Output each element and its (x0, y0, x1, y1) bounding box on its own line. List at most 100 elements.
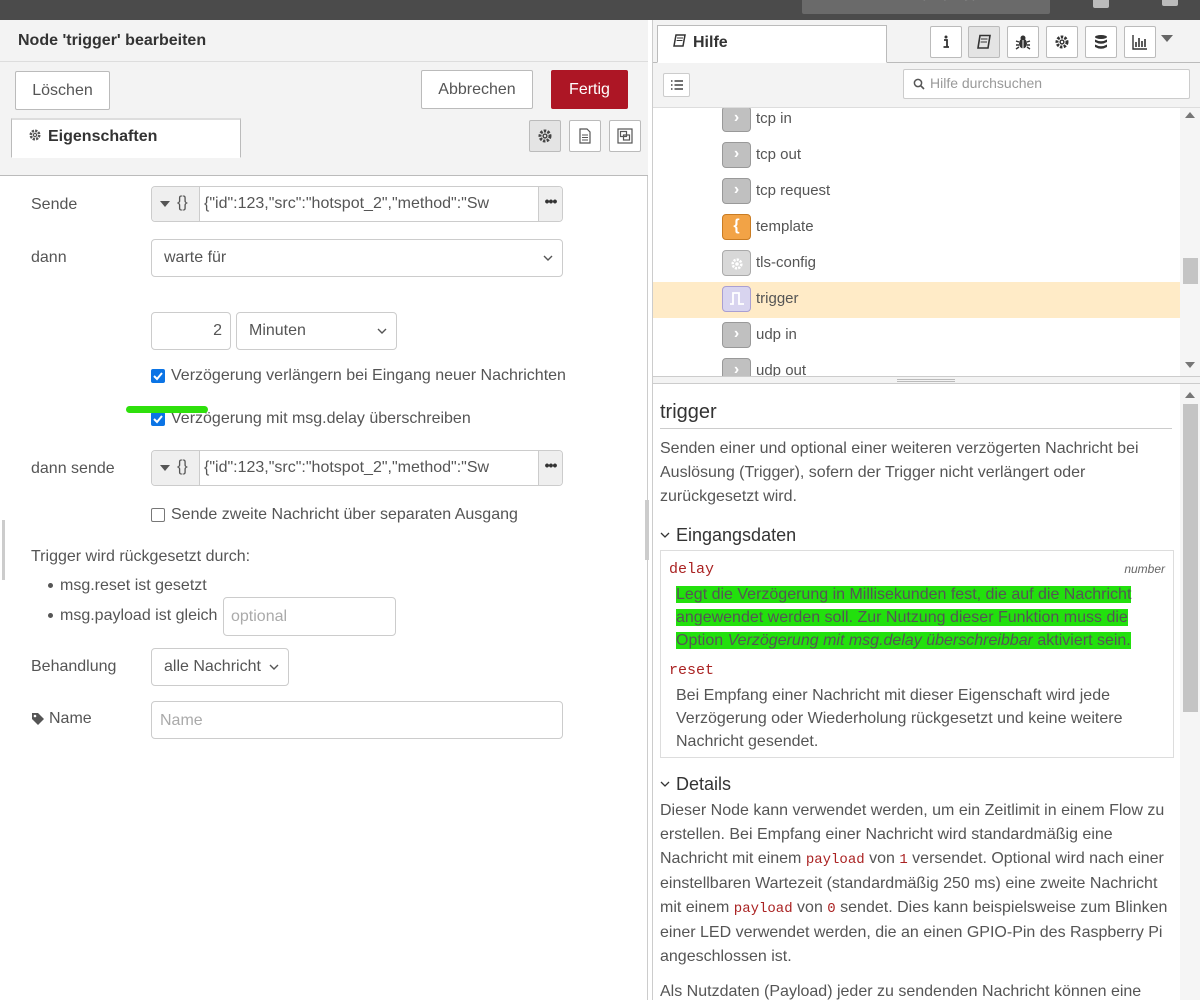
curly-braces-icon: { (722, 214, 751, 240)
json-icon: {} (177, 458, 188, 475)
node-list-scrollbar[interactable] (1180, 108, 1200, 376)
database-icon (1095, 35, 1107, 49)
help-search-bar (653, 63, 1200, 108)
node-list-item-udp-out[interactable]: › udp out (653, 354, 1181, 376)
node-label: tcp request (756, 182, 831, 199)
then-select[interactable]: warte für (151, 239, 563, 277)
json-icon: {} (177, 194, 188, 211)
sidebar-resize-handle[interactable] (645, 500, 649, 560)
expand-editor-button[interactable]: ••• (538, 187, 562, 221)
chevron-down-icon (660, 523, 670, 544)
help-tab-button[interactable] (968, 26, 1000, 58)
reset-payload-input[interactable]: optional (223, 597, 396, 636)
node-list-item-template[interactable]: { template (653, 210, 1181, 246)
then-send-typed-input[interactable]: {} {"id":123,"src":"hotspot_2","method":… (151, 450, 563, 486)
node-list-item-tls-config[interactable]: tls-config (653, 246, 1181, 282)
then-send-type-selector[interactable]: {} (152, 451, 200, 485)
caret-down-icon (160, 201, 170, 207)
details-section-toggle[interactable]: Details (660, 772, 731, 795)
list-bullet (48, 583, 53, 588)
help-search-field[interactable] (903, 69, 1190, 99)
node-list-item-tcp-out[interactable]: › tcp out (653, 138, 1181, 174)
config-tab-button[interactable] (1046, 26, 1078, 58)
tab-settings[interactable] (529, 120, 561, 152)
scroll-up-arrow-icon[interactable] (1185, 112, 1195, 118)
debug-tab-button[interactable] (1007, 26, 1039, 58)
override-delay-label[interactable]: Verzögerung mit msg.delay überschreiben (171, 410, 471, 428)
node-label: tls-config (756, 254, 817, 271)
help-panel-splitter[interactable] (653, 376, 1200, 384)
toc-toggle-button[interactable] (663, 73, 690, 97)
list-bullet (48, 613, 53, 618)
details-heading: Details (676, 774, 732, 794)
deploy-button[interactable]: Übernahme (deploy) (802, 0, 1050, 14)
extend-delay-checkbox[interactable] (151, 369, 165, 383)
tag-icon (32, 713, 44, 725)
editor-resize-handle[interactable] (2, 520, 5, 580)
scroll-up-arrow-icon[interactable] (1185, 392, 1195, 398)
help-search-input[interactable] (930, 75, 1185, 91)
check-icon (153, 415, 163, 424)
cancel-button[interactable]: Abbrechen (421, 70, 533, 109)
reset-item-msg-payload: msg.payload ist gleich (60, 607, 218, 624)
done-button[interactable]: Fertig (551, 70, 628, 109)
node-list-item-trigger[interactable]: trigger (653, 282, 1181, 318)
node-list-item-tcp-request[interactable]: › tcp request (653, 174, 1181, 210)
help-content: trigger Senden einer und optional einer … (653, 384, 1200, 1000)
context-tab-button[interactable] (1085, 26, 1117, 58)
bug-icon (1015, 35, 1031, 50)
send-value[interactable]: {"id":123,"src":"hotspot_2","method":"Sw… (204, 195, 490, 213)
tab-help[interactable]: Hilfe (657, 25, 887, 63)
tab-properties-label: Eigenschaften (48, 128, 158, 145)
book-icon (977, 34, 991, 49)
send-type-selector[interactable]: {} (152, 187, 200, 221)
node-label: tcp in (756, 110, 792, 127)
sidebar-menu-caret-icon[interactable] (1161, 35, 1173, 42)
inputs-heading: Eingangsdaten (676, 525, 797, 545)
editor-tab-bar: Eigenschaften (0, 118, 648, 176)
units-select[interactable]: Minuten (236, 312, 397, 350)
editor-header: Node 'trigger' bearbeiten (0, 20, 648, 62)
handling-select[interactable]: alle Nachricht (151, 648, 289, 686)
tab-appearance[interactable] (609, 120, 641, 152)
bridge-icon: › (722, 358, 751, 376)
prop-desc-reset: Bei Empfang einer Nachricht mit dieser E… (676, 687, 1123, 750)
name-input[interactable]: Name (151, 701, 563, 739)
header-icon[interactable] (1093, 0, 1109, 8)
second-output-label[interactable]: Sende zweite Nachricht über separaten Au… (171, 506, 518, 524)
book-icon (673, 34, 687, 48)
scroll-down-arrow-icon[interactable] (1185, 362, 1195, 368)
delete-button[interactable]: Löschen (15, 71, 110, 110)
properties-form: Sende {} {"id":123,"src":"hotspot_2","me… (0, 176, 648, 1000)
inputs-section-toggle[interactable]: Eingangsdaten (660, 523, 796, 546)
object-group-icon (617, 128, 633, 144)
header-menu-icon[interactable] (1162, 0, 1178, 6)
details-paragraph-1: Dieser Node kann verwendet werden, um ei… (660, 802, 1168, 965)
prop-type-delay: number (1124, 562, 1165, 576)
splitter-grip[interactable] (897, 379, 955, 382)
tab-properties[interactable]: Eigenschaften (11, 118, 241, 158)
prop-name-reset: reset (669, 662, 715, 679)
help-content-scrollbar[interactable] (1180, 384, 1200, 1000)
scrollbar-thumb[interactable] (1183, 404, 1198, 712)
send-typed-input[interactable]: {} {"id":123,"src":"hotspot_2","method":… (151, 186, 563, 222)
then-send-value[interactable]: {"id":123,"src":"hotspot_2","method":"Sw… (204, 459, 490, 477)
expand-editor-button[interactable]: ••• (538, 451, 562, 485)
then-select-value: warte für (164, 249, 227, 266)
list-icon (671, 80, 683, 90)
info-icon (943, 35, 949, 48)
duration-input[interactable]: 2 (151, 312, 231, 350)
second-output-checkbox[interactable] (151, 508, 165, 522)
extend-delay-label[interactable]: Verzögerung verlängern bei Eingang neuer… (171, 367, 566, 385)
node-list-item-udp-in[interactable]: › udp in (653, 318, 1181, 354)
chevron-down-icon (660, 772, 670, 793)
override-delay-checkbox[interactable] (151, 412, 165, 426)
green-underline-annotation (126, 406, 208, 413)
node-list-item-tcp-in[interactable]: › tcp in (653, 108, 1181, 138)
reset-item-msg-reset: msg.reset ist gesetzt (60, 577, 207, 594)
dashboard-tab-button[interactable] (1124, 26, 1156, 58)
sidebar-tab-bar: Hilfe (653, 20, 1200, 63)
info-tab-button[interactable] (930, 26, 962, 58)
scrollbar-thumb[interactable] (1183, 258, 1198, 284)
tab-description[interactable] (569, 120, 601, 152)
